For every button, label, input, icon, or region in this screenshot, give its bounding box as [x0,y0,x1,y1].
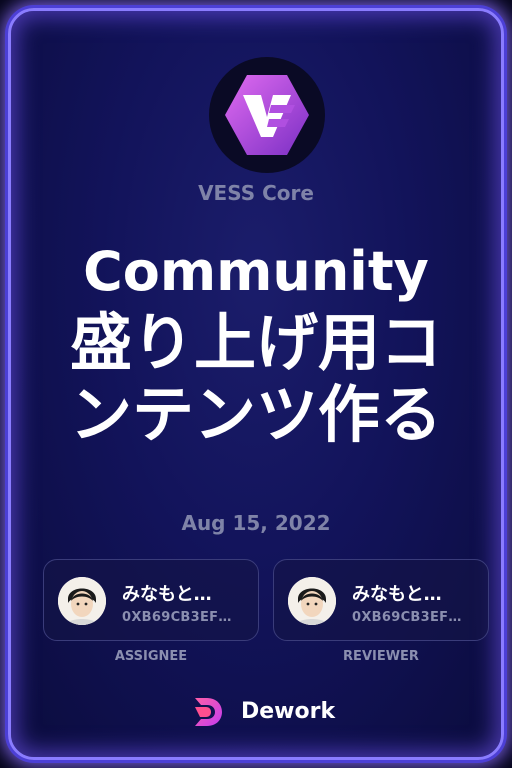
vess-logo-icon [225,75,309,155]
assignee-name: みなもと… [122,584,212,605]
avatar [288,577,336,625]
assignee-role-label: ASSIGNEE [114,649,188,664]
reviewer-role-label: REVIEWER [343,649,419,664]
reviewer-name: みなもと… [352,584,442,605]
task-title: Community 盛り上げ用コ ンテンツ作る [11,237,501,451]
task-title-line-1: Community [83,240,429,303]
task-title-line-3: ンテンツ作る [69,378,442,451]
assignee-address: 0XB69CB3EF… [122,610,232,625]
assignee-card[interactable]: みなもと… 0XB69CB3EF… [43,559,259,641]
task-card: VESS Core Community 盛り上げ用コ ンテンツ作る Aug 15… [8,8,504,760]
reviewer-card[interactable]: みなもと… 0XB69CB3EF… [273,559,489,641]
task-date: Aug 15, 2022 [181,511,331,535]
reviewer-address: 0XB69CB3EF… [352,610,462,625]
dework-logo-icon [195,698,222,726]
org-logo [209,57,325,173]
brand-name: Dework [241,699,336,724]
avatar [58,577,106,625]
org-name: VESS Core [198,181,314,205]
task-title-line-2: 盛り上げ用コ [69,306,442,379]
